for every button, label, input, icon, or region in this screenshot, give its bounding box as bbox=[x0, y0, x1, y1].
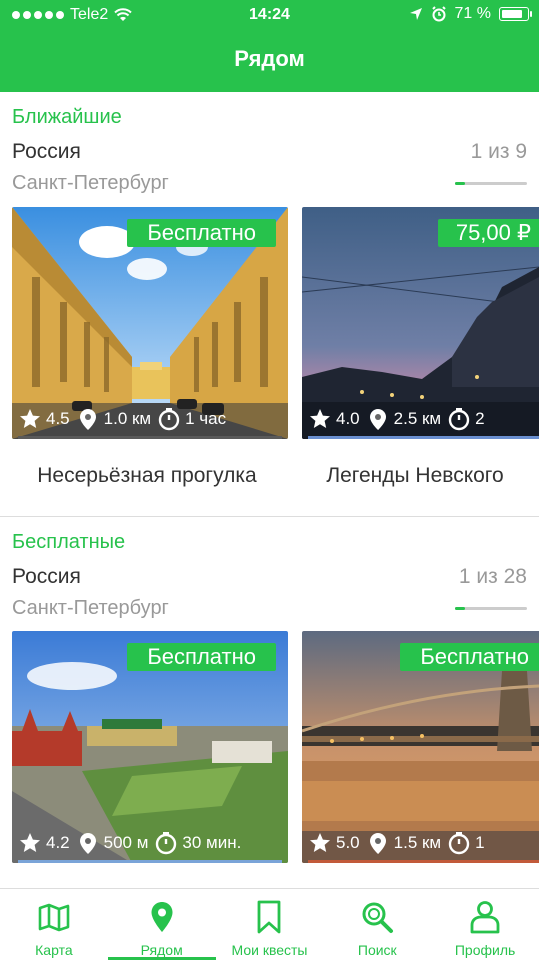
quest-card[interactable]: Бесплатно 4.2 500 м 30 мин. bbox=[12, 631, 288, 863]
location-pin-icon bbox=[369, 409, 386, 430]
tab-map[interactable]: Карта bbox=[0, 889, 108, 960]
battery-percent: 71 % bbox=[454, 5, 491, 22]
location-pin-icon bbox=[79, 833, 96, 854]
star-icon bbox=[310, 409, 330, 428]
map-icon bbox=[38, 903, 70, 932]
price-badge: Бесплатно bbox=[400, 643, 539, 671]
page-counter: 1 из 9 bbox=[470, 140, 527, 163]
location-pin-icon bbox=[79, 409, 96, 430]
tab-label: Карта bbox=[35, 942, 73, 958]
location-pin-icon bbox=[369, 833, 386, 854]
star-icon bbox=[20, 833, 40, 852]
timer-icon bbox=[448, 832, 470, 855]
timer-icon bbox=[156, 832, 177, 855]
quest-stats: 4.0 2.5 км 2 bbox=[308, 407, 485, 431]
timer-icon bbox=[448, 408, 470, 431]
location-pin-icon bbox=[151, 902, 173, 932]
duration-value: 1 bbox=[475, 833, 485, 852]
tab-bar: Карта Рядом Мои квесты Поиск Профиль bbox=[0, 888, 539, 960]
quest-card[interactable]: Бесплатно 4.5 1.0 км 1 час bbox=[12, 207, 288, 439]
distance-value: 1.5 км bbox=[393, 833, 442, 852]
city-label: Санкт-Петербург bbox=[12, 172, 169, 194]
country-label: Россия bbox=[12, 140, 81, 163]
timer-icon bbox=[158, 408, 180, 431]
quest-title[interactable]: Легенды Невского bbox=[302, 464, 528, 488]
rating-value: 5.0 bbox=[336, 833, 360, 852]
price-badge: 75,00 ₽ bbox=[437, 219, 539, 247]
page-title: Рядом bbox=[234, 46, 305, 71]
search-icon bbox=[362, 902, 394, 933]
price-badge: Бесплатно bbox=[127, 643, 276, 671]
quest-stats: 4.2 500 м 30 мин. bbox=[18, 831, 241, 855]
star-icon bbox=[20, 409, 40, 428]
bookmark-icon bbox=[258, 900, 281, 934]
card-underline bbox=[308, 860, 539, 863]
section-nearest: Ближайшие Россия Санкт-Петербург 1 из 9 bbox=[0, 92, 539, 516]
section-label: Бесплатные bbox=[12, 531, 126, 553]
quest-stats: 5.0 1.5 км 1 bbox=[308, 831, 485, 855]
section-label: Ближайшие bbox=[12, 106, 122, 128]
user-icon bbox=[470, 901, 500, 934]
tab-label: Профиль bbox=[454, 942, 516, 958]
tab-label: Поиск bbox=[357, 942, 397, 958]
tab-my-quests[interactable]: Мои квесты bbox=[216, 889, 324, 960]
card-underline bbox=[308, 436, 539, 439]
rating-value: 4.5 bbox=[46, 409, 70, 428]
pager-indicator bbox=[455, 182, 527, 185]
quest-stats: 4.5 1.0 км 1 час bbox=[18, 407, 226, 431]
quest-card[interactable]: Бесплатно 5.0 1.5 км 1 bbox=[302, 631, 539, 863]
duration-value: 2 bbox=[475, 409, 485, 428]
pager-indicator bbox=[455, 607, 527, 610]
page-counter: 1 из 28 bbox=[458, 565, 527, 588]
location-arrow-icon bbox=[409, 8, 422, 20]
tab-search[interactable]: Поиск bbox=[323, 889, 431, 960]
card-underline bbox=[18, 436, 282, 439]
tab-nearby[interactable]: Рядом bbox=[107, 889, 216, 960]
quest-title[interactable]: Несерьёзная прогулка bbox=[12, 464, 282, 488]
battery-icon bbox=[499, 7, 532, 21]
price-badge: Бесплатно bbox=[127, 219, 276, 247]
duration-value: 1 час bbox=[185, 409, 227, 428]
rating-value: 4.2 bbox=[46, 833, 70, 852]
tab-label: Мои квесты bbox=[231, 942, 308, 958]
city-label: Санкт-Петербург bbox=[12, 597, 169, 619]
distance-value: 1.0 км bbox=[103, 409, 152, 428]
country-label: Россия bbox=[12, 565, 81, 588]
tab-label: Рядом bbox=[140, 942, 183, 958]
app-header: Tele2 14:24 71 % Рядом bbox=[0, 0, 539, 92]
quest-card[interactable]: 75,00 ₽ 4.0 2.5 км 2 bbox=[302, 207, 539, 439]
duration-value: 30 мин. bbox=[182, 833, 242, 852]
star-icon bbox=[310, 833, 330, 852]
distance-value: 2.5 км bbox=[393, 409, 442, 428]
tab-profile[interactable]: Профиль bbox=[431, 889, 539, 960]
card-underline bbox=[18, 860, 282, 863]
distance-value: 500 м bbox=[103, 833, 149, 852]
alarm-icon bbox=[431, 6, 446, 22]
status-bar: Tele2 14:24 71 % bbox=[0, 0, 539, 32]
section-free: Бесплатные Россия Санкт-Петербург 1 из 2… bbox=[0, 517, 539, 888]
rating-value: 4.0 bbox=[336, 409, 360, 428]
